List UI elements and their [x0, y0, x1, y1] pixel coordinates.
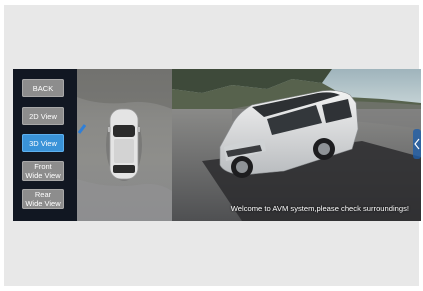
camera-direction-icon: [77, 124, 87, 134]
three-d-view: Welcome to AVM system,please check surro…: [172, 69, 421, 221]
view-3d-button[interactable]: 3D View: [22, 134, 64, 152]
top-down-view: [77, 69, 172, 221]
view-3d-button-label: 3D View: [29, 138, 57, 148]
view-sidebar: BACK 2D View 3D View Front Wide View Rea…: [13, 69, 77, 221]
front-wide-line1: Front: [34, 162, 52, 171]
back-button-label: BACK: [32, 83, 54, 93]
rear-wide-view-button-label: Rear Wide View: [25, 190, 60, 208]
ego-car-top-icon: [108, 108, 140, 180]
rear-wide-line1: Rear: [34, 190, 52, 199]
front-wide-view-button[interactable]: Front Wide View: [22, 161, 64, 181]
back-button[interactable]: BACK: [22, 79, 64, 97]
view-2d-button[interactable]: 2D View: [22, 107, 64, 125]
three-d-scene: [172, 69, 421, 221]
front-wide-view-button-label: Front Wide View: [25, 162, 60, 180]
front-wide-line2: Wide View: [25, 171, 61, 180]
rear-wide-view-button[interactable]: Rear Wide View: [22, 189, 64, 209]
avm-screen: BACK 2D View 3D View Front Wide View Rea…: [13, 69, 421, 221]
top-down-scene: [77, 69, 172, 221]
view-2d-button-label: 2D View: [29, 111, 57, 121]
welcome-message: Welcome to AVM system,please check surro…: [230, 204, 409, 213]
chevron-left-icon: [413, 129, 421, 159]
rear-wide-line2: Wide View: [25, 199, 61, 208]
